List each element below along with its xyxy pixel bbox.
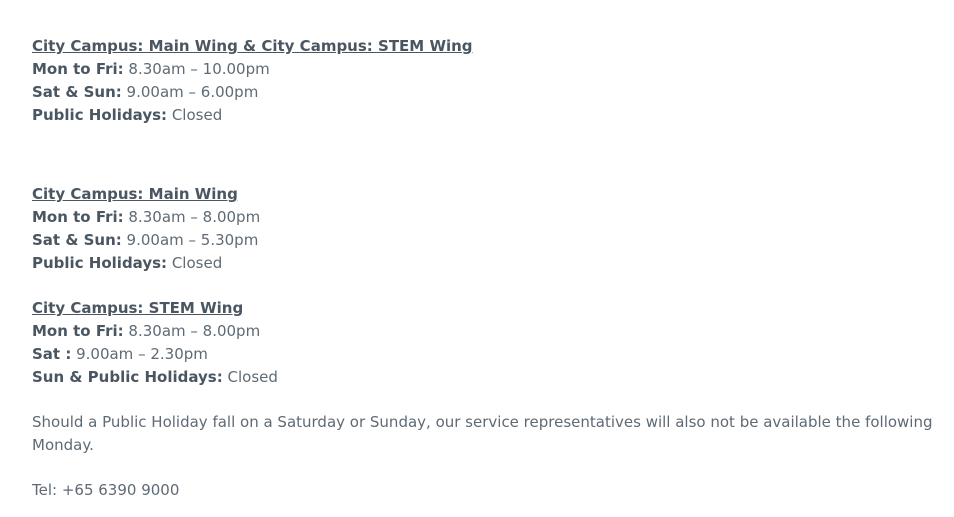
- hours-label: Mon to Fri:: [32, 322, 124, 340]
- section-combined-hours: City Campus: Main Wing & City Campus: ST…: [32, 35, 937, 127]
- hours-row: Mon to Fri: 8.30am – 10.00pm: [32, 58, 937, 81]
- section-heading-link[interactable]: City Campus: Main Wing: [32, 183, 937, 206]
- section-heading-link[interactable]: City Campus: STEM Wing: [32, 297, 937, 320]
- opening-hours-content: City Campus: Main Wing & City Campus: ST…: [32, 35, 937, 502]
- hours-row: Mon to Fri: 8.30am – 8.00pm: [32, 206, 937, 229]
- hours-row: Public Holidays: Closed: [32, 252, 937, 275]
- hours-label: Sat & Sun:: [32, 83, 122, 101]
- section-heading-link[interactable]: City Campus: Main Wing & City Campus: ST…: [32, 35, 937, 58]
- hours-value: 8.30am – 8.00pm: [123, 322, 261, 340]
- hours-row: Public Holidays: Closed: [32, 104, 937, 127]
- hours-value: Closed: [167, 254, 223, 272]
- hours-label: Sat & Sun:: [32, 231, 122, 249]
- hours-label: Sun & Public Holidays:: [32, 368, 223, 386]
- hours-label: Mon to Fri:: [32, 60, 124, 78]
- hours-value: Closed: [222, 368, 278, 386]
- hours-label: Public Holidays:: [32, 254, 168, 272]
- hours-value: 9.00am – 2.30pm: [71, 345, 208, 363]
- section-stem-wing-hours: City Campus: STEM Wing Mon to Fri: 8.30a…: [32, 297, 937, 389]
- hours-value: Closed: [167, 106, 223, 124]
- hours-row: Sat & Sun: 9.00am – 5.30pm: [32, 229, 937, 252]
- hours-value: 8.30am – 8.00pm: [123, 208, 261, 226]
- hours-row: Sun & Public Holidays: Closed: [32, 366, 937, 389]
- telephone-number: Tel: +65 6390 9000: [32, 481, 180, 499]
- hours-row: Mon to Fri: 8.30am – 8.00pm: [32, 320, 937, 343]
- hours-value: 8.30am – 10.00pm: [123, 60, 270, 78]
- public-holiday-note: Should a Public Holiday fall on a Saturd…: [32, 413, 933, 454]
- hours-row: Sat : 9.00am – 2.30pm: [32, 343, 937, 366]
- hours-label: Public Holidays:: [32, 106, 168, 124]
- hours-value: 9.00am – 5.30pm: [121, 231, 259, 249]
- hours-value: 9.00am – 6.00pm: [121, 83, 259, 101]
- hours-label: Mon to Fri:: [32, 208, 124, 226]
- section-main-wing-hours: City Campus: Main Wing Mon to Fri: 8.30a…: [32, 183, 937, 275]
- hours-row: Sat & Sun: 9.00am – 6.00pm: [32, 81, 937, 104]
- hours-label: Sat :: [32, 345, 72, 363]
